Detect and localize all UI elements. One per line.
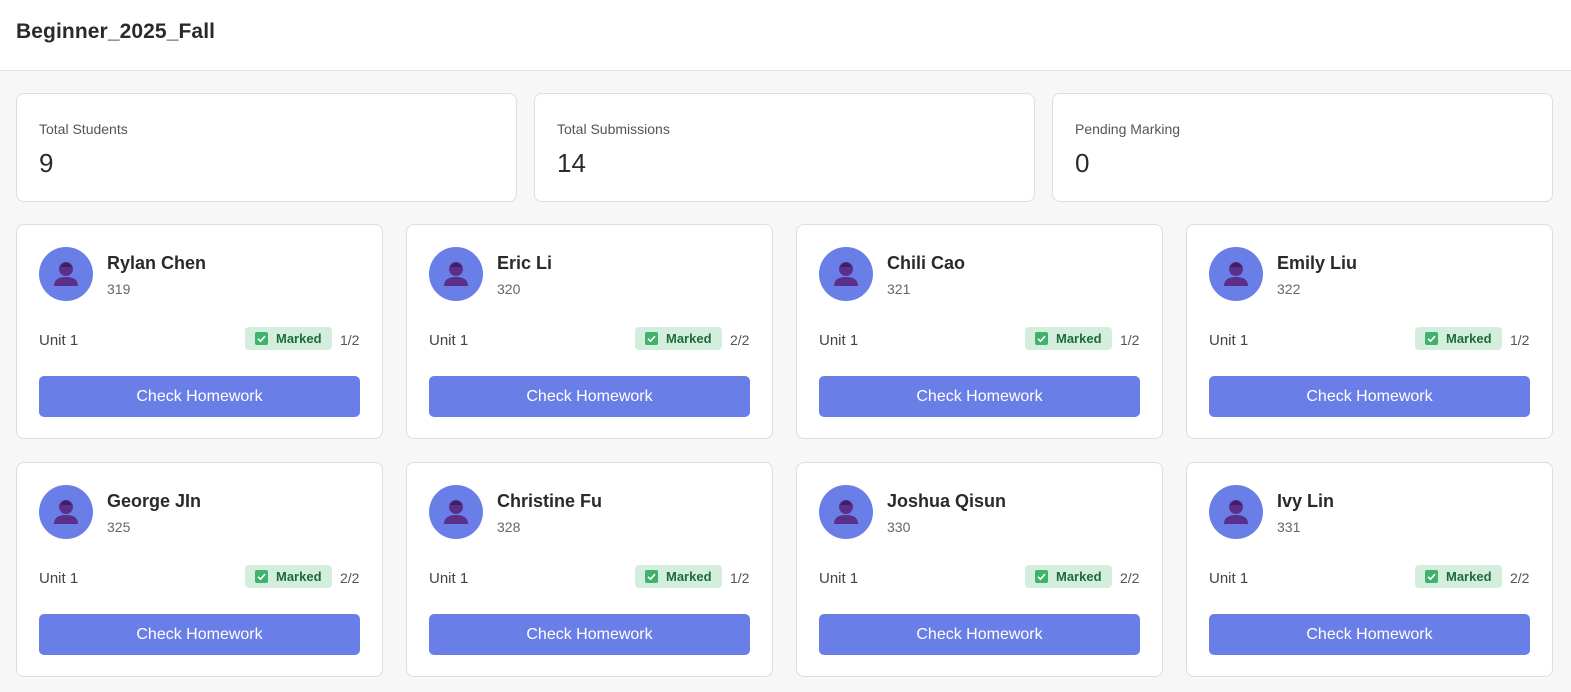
status-badge: Marked [1415,565,1502,588]
status-badge: Marked [245,327,332,350]
stats-row: Total Students 9 Total Submissions 14 Pe… [16,93,1554,202]
stat-value: 9 [39,148,54,178]
stat-label: Total Students [39,121,128,137]
status-badge-label: Marked [666,569,712,584]
user-avatar-icon [429,485,483,539]
check-icon [1425,332,1438,345]
stat-card-total-students: Total Students 9 [16,93,517,202]
check-homework-button[interactable]: Check Homework [429,614,750,655]
student-card: Rylan Chen 319 Unit 1 Marked 1/2 Check H… [16,224,383,439]
status-badge: Marked [1415,327,1502,350]
user-avatar-icon [1209,485,1263,539]
unit-label: Unit 1 [1209,332,1249,349]
student-name: Eric Li [497,253,553,273]
check-homework-button[interactable]: Check Homework [1209,376,1530,417]
student-id: 321 [887,281,911,297]
student-id: 319 [107,281,131,297]
check-homework-button[interactable]: Check Homework [39,614,360,655]
student-card: Eric Li 320 Unit 1 Marked 2/2 Check Home… [406,224,773,439]
check-homework-button[interactable]: Check Homework [429,376,750,417]
student-name: Ivy Lin [1277,491,1335,511]
unit-label: Unit 1 [819,332,859,349]
student-card: George JIn 325 Unit 1 Marked 2/2 Check H… [16,462,383,677]
status-badge: Marked [1025,327,1112,350]
status-badge-label: Marked [1446,331,1492,346]
check-icon [645,570,658,583]
student-id: 331 [1277,519,1301,535]
student-id: 325 [107,519,131,535]
unit-label: Unit 1 [429,570,469,587]
submission-progress: 1/2 [340,332,360,348]
status-badge-label: Marked [1056,569,1102,584]
check-icon [645,332,658,345]
check-icon [255,570,268,583]
stat-label: Total Submissions [557,121,670,137]
submission-progress: 2/2 [340,570,360,586]
user-avatar-icon [429,247,483,301]
student-id: 328 [497,519,521,535]
status-badge-label: Marked [276,569,322,584]
user-avatar-icon [1209,247,1263,301]
student-id: 330 [887,519,911,535]
submission-progress: 1/2 [1510,332,1530,348]
unit-label: Unit 1 [39,332,79,349]
student-card: Christine Fu 328 Unit 1 Marked 1/2 Check… [406,462,773,677]
submission-progress: 2/2 [1510,570,1530,586]
status-badge-label: Marked [666,331,712,346]
top-bar: Beginner_2025_Fall [0,0,1571,71]
status-badge-label: Marked [1056,331,1102,346]
stat-value: 14 [557,148,586,178]
status-badge: Marked [635,565,722,588]
student-card: Emily Liu 322 Unit 1 Marked 1/2 Check Ho… [1186,224,1553,439]
check-icon [255,332,268,345]
submission-progress: 2/2 [1120,570,1140,586]
student-card: Chili Cao 321 Unit 1 Marked 1/2 Check Ho… [796,224,1163,439]
check-icon [1035,332,1048,345]
submission-progress: 1/2 [730,570,750,586]
check-homework-button[interactable]: Check Homework [819,614,1140,655]
status-badge-label: Marked [276,331,322,346]
student-grid: Rylan Chen 319 Unit 1 Marked 1/2 Check H… [16,224,1554,677]
check-homework-button[interactable]: Check Homework [1209,614,1530,655]
status-badge-label: Marked [1446,569,1492,584]
student-name: Emily Liu [1277,253,1358,273]
user-avatar-icon [39,247,93,301]
check-icon [1425,570,1438,583]
unit-label: Unit 1 [819,570,859,587]
user-avatar-icon [819,485,873,539]
student-name: George JIn [107,491,202,511]
user-avatar-icon [39,485,93,539]
student-name: Chili Cao [887,253,966,273]
status-badge: Marked [1025,565,1112,588]
stat-value: 0 [1075,148,1090,178]
check-homework-button[interactable]: Check Homework [819,376,1140,417]
student-name: Christine Fu [497,491,603,511]
user-avatar-icon [819,247,873,301]
student-id: 322 [1277,281,1301,297]
student-name: Joshua Qisun [887,491,1007,511]
student-id: 320 [497,281,521,297]
check-icon [1035,570,1048,583]
unit-label: Unit 1 [39,570,79,587]
unit-label: Unit 1 [429,332,469,349]
page-title: Beginner_2025_Fall [16,20,216,43]
submission-progress: 2/2 [730,332,750,348]
submission-progress: 1/2 [1120,332,1140,348]
check-homework-button[interactable]: Check Homework [39,376,360,417]
student-card: Joshua Qisun 330 Unit 1 Marked 2/2 Check… [796,462,1163,677]
stat-card-pending-marking: Pending Marking 0 [1052,93,1553,202]
status-badge: Marked [245,565,332,588]
stat-card-total-submissions: Total Submissions 14 [534,93,1035,202]
student-name: Rylan Chen [107,253,207,273]
status-badge: Marked [635,327,722,350]
unit-label: Unit 1 [1209,570,1249,587]
student-card: Ivy Lin 331 Unit 1 Marked 2/2 Check Home… [1186,462,1553,677]
stat-label: Pending Marking [1075,121,1181,137]
